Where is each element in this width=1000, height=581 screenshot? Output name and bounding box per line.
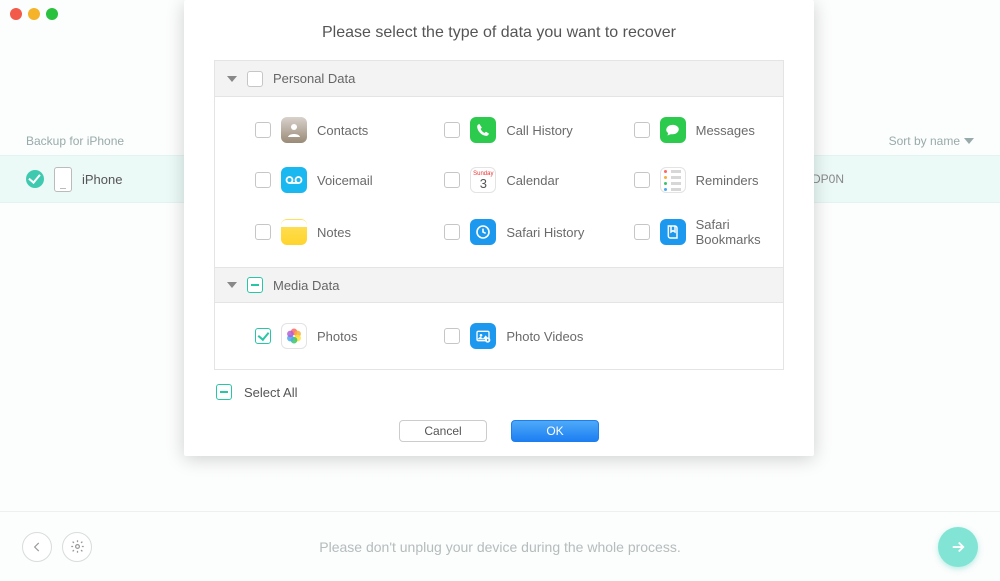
checkmark-icon (26, 170, 44, 188)
item-label: Safari History (506, 225, 584, 240)
cancel-button[interactable]: Cancel (399, 420, 487, 442)
close-window-button[interactable] (10, 8, 22, 20)
item-call-history: Call History (404, 105, 593, 155)
photos-icon (281, 323, 307, 349)
backup-list-title: Backup for iPhone (26, 134, 124, 148)
minimize-window-button[interactable] (28, 8, 40, 20)
sort-label: Sort by name (889, 134, 960, 148)
item-label: Reminders (696, 173, 759, 188)
checkbox-photo-videos[interactable] (444, 328, 460, 344)
zoom-window-button[interactable] (46, 8, 58, 20)
chevron-down-icon (964, 138, 974, 144)
group-label: Media Data (273, 278, 339, 293)
checkbox-photos[interactable] (255, 328, 271, 344)
checkbox-messages[interactable] (634, 122, 650, 138)
item-label: Photos (317, 329, 357, 344)
checkbox-safari-history[interactable] (444, 224, 460, 240)
personal-items: Contacts Call History Messages (215, 97, 783, 267)
item-label: Safari Bookmarks (696, 217, 783, 247)
collapse-icon (227, 76, 237, 82)
safari-bookmarks-icon (660, 219, 686, 245)
item-messages: Messages (594, 105, 783, 155)
reminders-icon (660, 167, 686, 193)
select-all-label: Select All (244, 385, 297, 400)
footer-status: Please don't unplug your device during t… (0, 539, 1000, 555)
modal-buttons: Cancel OK (214, 420, 784, 442)
item-label: Notes (317, 225, 351, 240)
item-safari-bookmarks: Safari Bookmarks (594, 205, 783, 259)
calendar-day: 3 (480, 177, 487, 190)
group-header-media[interactable]: Media Data (215, 267, 783, 303)
modal-title: Please select the type of data you want … (214, 24, 784, 42)
calendar-icon: Sunday 3 (470, 167, 496, 193)
media-items: Photos Photo Videos (215, 303, 783, 369)
checkbox-personal-group[interactable] (247, 71, 263, 87)
item-label: Contacts (317, 123, 368, 138)
item-safari-history: Safari History (404, 205, 593, 259)
item-notes: Notes (215, 205, 404, 259)
photo-videos-icon (470, 323, 496, 349)
collapse-icon (227, 282, 237, 288)
notes-icon (281, 219, 307, 245)
checkbox-select-all[interactable] (216, 384, 232, 400)
item-calendar: Sunday 3 Calendar (404, 155, 593, 205)
item-label: Calendar (506, 173, 559, 188)
safari-history-icon (470, 219, 496, 245)
item-label: Messages (696, 123, 755, 138)
call-history-icon (470, 117, 496, 143)
group-label: Personal Data (273, 71, 355, 86)
item-photos: Photos (215, 311, 404, 361)
checkbox-call-history[interactable] (444, 122, 460, 138)
checkbox-voicemail[interactable] (255, 172, 271, 188)
item-label: Call History (506, 123, 572, 138)
item-label: Photo Videos (506, 329, 583, 344)
window-controls (10, 8, 58, 20)
checkbox-reminders[interactable] (634, 172, 650, 188)
ok-button[interactable]: OK (511, 420, 599, 442)
checkbox-contacts[interactable] (255, 122, 271, 138)
item-photo-videos: Photo Videos (404, 311, 593, 361)
iphone-icon (54, 167, 72, 192)
sort-dropdown[interactable]: Sort by name (889, 134, 974, 148)
item-reminders: Reminders (594, 155, 783, 205)
item-voicemail: Voicemail (215, 155, 404, 205)
messages-icon (660, 117, 686, 143)
contacts-icon (281, 117, 307, 143)
voicemail-icon (281, 167, 307, 193)
checkbox-calendar[interactable] (444, 172, 460, 188)
checkbox-media-group[interactable] (247, 277, 263, 293)
data-type-groups: Personal Data Contacts Call History (214, 60, 784, 370)
group-header-personal[interactable]: Personal Data (215, 61, 783, 97)
device-name: iPhone (82, 172, 122, 187)
item-label: Voicemail (317, 173, 373, 188)
item-contacts: Contacts (215, 105, 404, 155)
select-all-row[interactable]: Select All (216, 384, 784, 400)
recover-data-modal: Please select the type of data you want … (184, 0, 814, 456)
checkbox-safari-bookmarks[interactable] (634, 224, 650, 240)
checkbox-notes[interactable] (255, 224, 271, 240)
footer-bar: Please don't unplug your device during t… (0, 511, 1000, 581)
